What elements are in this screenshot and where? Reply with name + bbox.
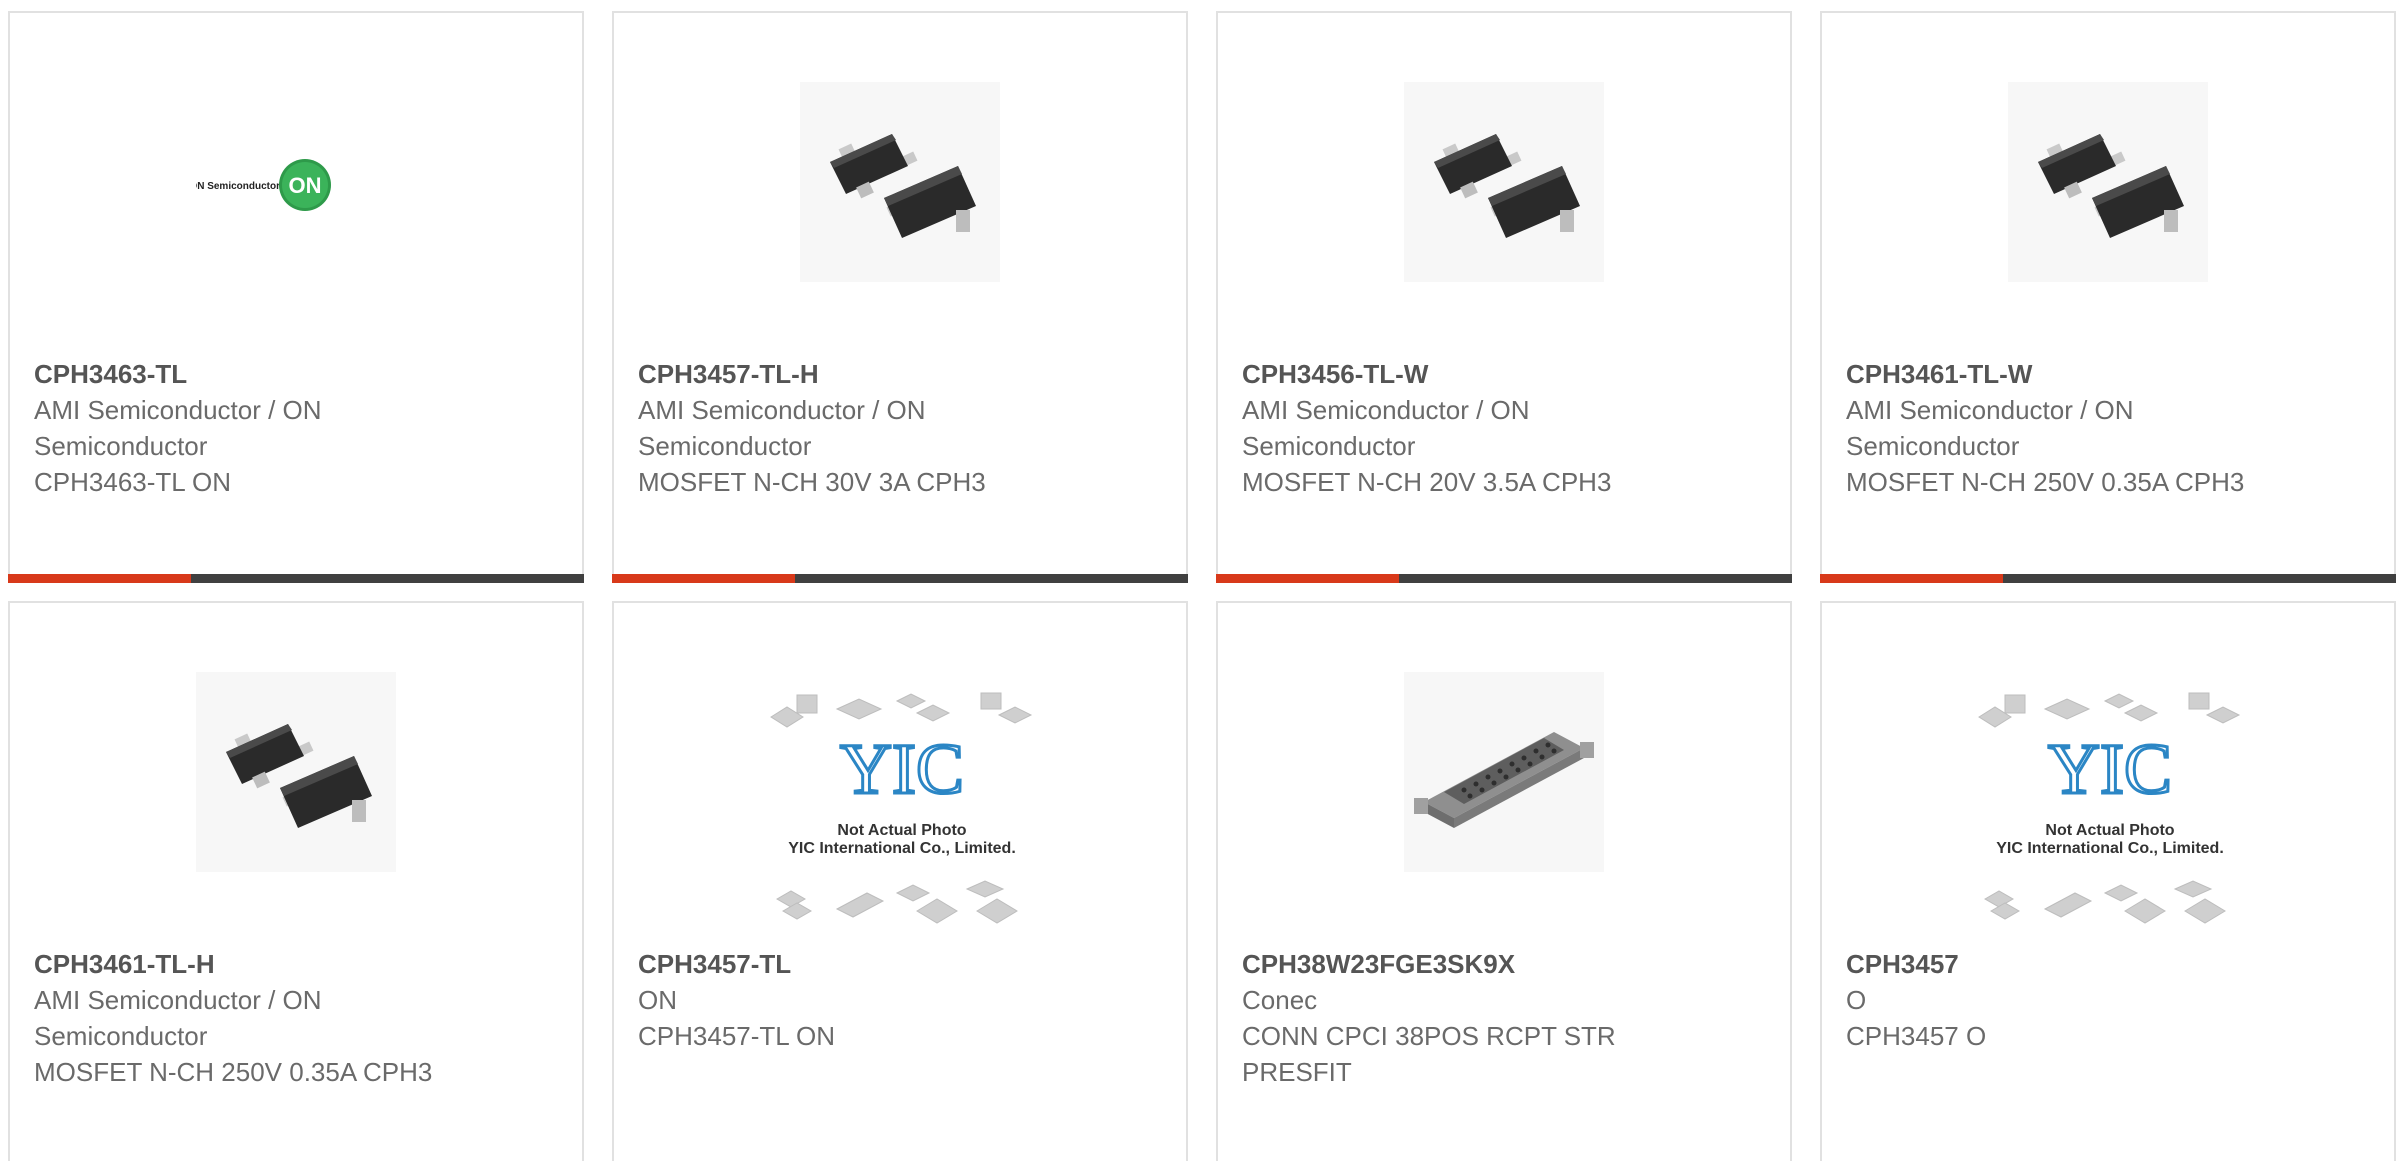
product-image[interactable] — [1404, 672, 1604, 872]
yic-logo: YIC — [840, 729, 964, 809]
product-info: CPH3456-TL-W AMI Semiconductor / ON Semi… — [1242, 356, 1642, 500]
description: MOSFET N-CH 250V 0.35A CPH3 — [1846, 467, 2245, 497]
product-card[interactable]: CPH3456-TL-W AMI Semiconductor / ON Semi… — [1216, 11, 1792, 583]
product-image[interactable] — [800, 82, 1000, 282]
part-number[interactable]: CPH3461-TL-H — [34, 946, 434, 982]
manufacturer: AMI Semiconductor / ON Semiconductor — [638, 395, 926, 461]
product-image[interactable]: YIC Not Actual Photo YIC International C… — [767, 689, 1037, 929]
product-card[interactable]: CPH3457-TL-H AMI Semiconductor / ON Semi… — [612, 11, 1188, 583]
yic-logo: YIC — [2048, 729, 2172, 809]
not-actual-photo-placeholder: YIC Not Actual Photo YIC International C… — [770, 692, 1033, 924]
part-number[interactable]: CPH3463-TL — [34, 356, 434, 392]
card-accent — [1820, 574, 2003, 583]
product-image[interactable]: YIC Not Actual Photo YIC International C… — [1975, 689, 2245, 929]
manufacturer: AMI Semiconductor / ON Semiconductor — [34, 395, 322, 461]
manufacturer: AMI Semiconductor / ON Semiconductor — [34, 985, 322, 1051]
description: MOSFET N-CH 30V 3A CPH3 — [638, 467, 986, 497]
not-actual-photo-placeholder: YIC Not Actual Photo YIC International C… — [1978, 692, 2241, 924]
placeholder-company: YIC International Co., Limited. — [788, 840, 1016, 857]
card-accent — [1216, 574, 1399, 583]
part-number[interactable]: CPH38W23FGE3SK9X — [1242, 946, 1642, 982]
placeholder-caption: Not Actual Photo — [2045, 822, 2174, 839]
product-card[interactable]: YIC Not Actual Photo YIC International C… — [1820, 601, 2396, 1161]
description: MOSFET N-CH 250V 0.35A CPH3 — [34, 1057, 433, 1087]
sot23-transistor-photo — [226, 724, 372, 828]
part-number[interactable]: CPH3457-TL-H — [638, 356, 1038, 392]
product-info: CPH3463-TL AMI Semiconductor / ON Semico… — [34, 356, 434, 500]
description: CONN CPCI 38POS RCPT STR PRESFIT — [1242, 1021, 1616, 1087]
part-number[interactable]: CPH3457-TL — [638, 946, 1038, 982]
description: CPH3457 O — [1846, 1021, 1987, 1051]
product-card[interactable]: YIC Not Actual Photo YIC International C… — [612, 601, 1188, 1161]
description: MOSFET N-CH 20V 3.5A CPH3 — [1242, 467, 1612, 497]
product-card[interactable]: CPH3461-TL-H AMI Semiconductor / ON Semi… — [8, 601, 584, 1161]
product-info: CPH3457-TL ON CPH3457-TL ON — [638, 946, 1038, 1054]
product-image[interactable] — [1404, 82, 1604, 282]
manufacturer: Conec — [1242, 985, 1318, 1015]
on-semiconductor-logo: ON Semiconductor ON — [196, 159, 331, 211]
sot23-transistor-photo — [2038, 134, 2184, 238]
manufacturer: AMI Semiconductor / ON Semiconductor — [1846, 395, 2134, 461]
product-grid: ON Semiconductor ON CPH3463-TL AMI Semic… — [0, 0, 2400, 1161]
sot23-transistor-photo — [830, 134, 976, 238]
sot23-transistor-photo — [1434, 134, 1580, 238]
card-accent — [8, 574, 191, 583]
product-info: CPH3457-TL-H AMI Semiconductor / ON Semi… — [638, 356, 1038, 500]
part-number[interactable]: CPH3461-TL-W — [1846, 356, 2246, 392]
product-card[interactable]: ON Semiconductor ON CPH3463-TL AMI Semic… — [8, 11, 584, 583]
product-image[interactable] — [196, 672, 396, 872]
logo-text: ON Semiconductor — [196, 181, 280, 192]
card-bottom-bar — [8, 574, 584, 583]
product-info: CPH3461-TL-H AMI Semiconductor / ON Semi… — [34, 946, 434, 1090]
placeholder-caption: Not Actual Photo — [837, 822, 966, 839]
manufacturer: AMI Semiconductor / ON Semiconductor — [1242, 395, 1530, 461]
product-info: CPH3457 O CPH3457 O — [1846, 946, 2246, 1054]
part-number[interactable]: CPH3457 — [1846, 946, 2246, 982]
product-card[interactable]: CPH38W23FGE3SK9X Conec CONN CPCI 38POS R… — [1216, 601, 1792, 1161]
product-info: CPH3461-TL-W AMI Semiconductor / ON Semi… — [1846, 356, 2246, 500]
product-card[interactable]: CPH3461-TL-W AMI Semiconductor / ON Semi… — [1820, 11, 2396, 583]
card-accent — [612, 574, 795, 583]
connector-photo — [1414, 732, 1594, 828]
description: CPH3457-TL ON — [638, 1021, 835, 1051]
product-info: CPH38W23FGE3SK9X Conec CONN CPCI 38POS R… — [1242, 946, 1642, 1090]
manufacturer: O — [1846, 985, 1867, 1015]
placeholder-company: YIC International Co., Limited. — [1996, 840, 2224, 857]
product-image[interactable]: ON Semiconductor ON — [196, 82, 396, 282]
manufacturer: ON — [638, 985, 677, 1015]
description: CPH3463-TL ON — [34, 467, 231, 497]
part-number[interactable]: CPH3456-TL-W — [1242, 356, 1642, 392]
card-bottom-bar — [1216, 574, 1792, 583]
logo-badge: ON — [289, 173, 322, 198]
product-image[interactable] — [2008, 82, 2208, 282]
card-bottom-bar — [612, 574, 1188, 583]
card-bottom-bar — [1820, 574, 2396, 583]
